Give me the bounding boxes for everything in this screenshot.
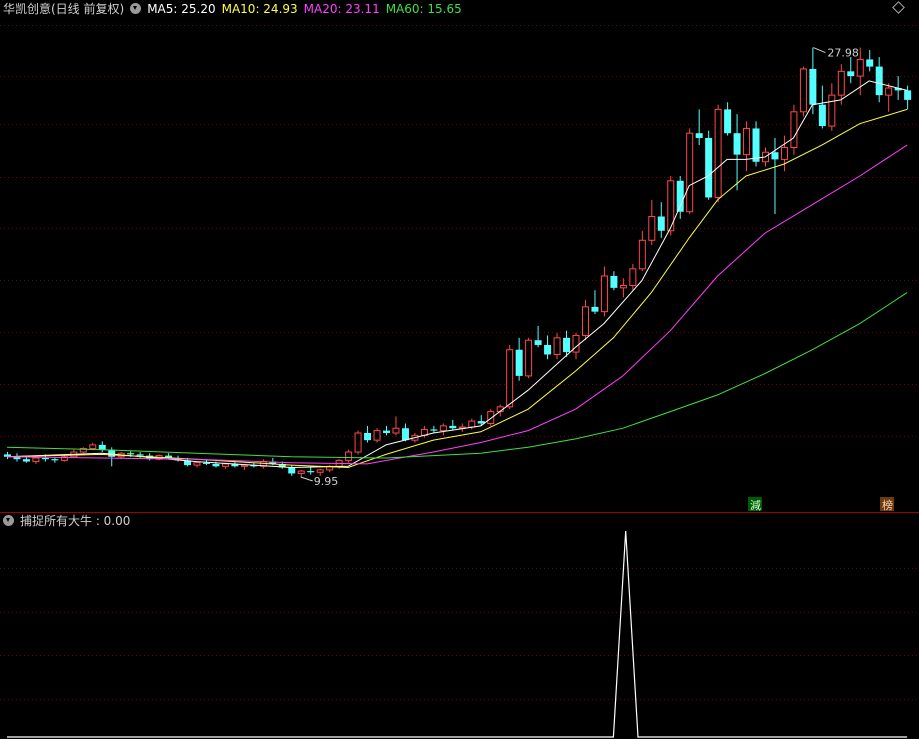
low-pointer <box>300 476 313 482</box>
low-price-label: 9.95 <box>314 475 339 488</box>
candle-body <box>591 306 599 312</box>
indicator-dropdown-icon[interactable] <box>3 515 14 526</box>
indicator-line <box>7 530 908 738</box>
candle-body <box>41 457 49 460</box>
candle-body <box>610 275 618 288</box>
indicator-panel <box>7 530 908 738</box>
candle-body <box>127 453 135 455</box>
ma5-line <box>6 80 908 469</box>
candlestick-series <box>4 47 912 478</box>
candle-body <box>837 70 845 96</box>
candle-body <box>581 306 589 336</box>
candle-body <box>799 68 807 113</box>
candle-body <box>866 59 874 67</box>
candle-body <box>705 137 713 198</box>
candle-body <box>619 284 627 289</box>
candle-body <box>449 425 457 429</box>
ma10-line <box>6 108 908 469</box>
candle-body <box>202 462 210 464</box>
candle-body <box>487 411 495 424</box>
marker-text: 榜 <box>882 498 893 512</box>
candle-body <box>885 87 893 96</box>
candle-body <box>638 239 646 270</box>
candle-body <box>847 71 855 77</box>
candle-body <box>193 462 201 466</box>
candle-body <box>563 337 571 353</box>
candle-body <box>714 108 722 198</box>
candle-body <box>212 463 220 467</box>
candle-body <box>657 216 665 231</box>
candle-body <box>724 109 732 134</box>
candle-body <box>875 66 883 96</box>
candle-body <box>648 215 656 241</box>
ma60-line <box>6 292 908 459</box>
candle-body <box>534 340 542 345</box>
candle-body <box>345 451 353 461</box>
price-annotations: 27.98 9.95 減 榜 <box>300 47 894 512</box>
dropdown-circle-icon[interactable] <box>130 3 142 14</box>
candle-body <box>401 428 409 441</box>
candle-body <box>108 449 116 457</box>
candle-body <box>316 469 324 473</box>
candle-body <box>553 337 561 355</box>
candle-body <box>468 420 476 428</box>
price-grid <box>0 25 919 700</box>
candle-body <box>856 58 864 77</box>
candle-body <box>288 467 296 474</box>
candle-body <box>307 471 315 473</box>
candle-body <box>89 444 97 449</box>
candle-body <box>695 133 703 138</box>
high-price-label: 27.98 <box>827 47 859 60</box>
candle-body <box>221 463 229 467</box>
indicator-legend: 捕捉所有大牛 : 0.00 <box>3 513 136 529</box>
candle-body <box>686 132 694 213</box>
candle-body <box>430 429 438 431</box>
candle-body <box>136 454 144 456</box>
ma20-legend: MA20: 23.11 <box>303 2 380 16</box>
candle-body <box>572 334 580 353</box>
candle-body <box>790 111 798 148</box>
ma10-legend: MA10: 24.93 <box>221 2 298 16</box>
candle-body <box>515 349 523 376</box>
candle-body <box>629 268 637 286</box>
candle-body <box>354 432 362 453</box>
candle-body <box>904 90 912 100</box>
moving-average-lines <box>6 80 908 469</box>
candle-body <box>809 68 817 105</box>
stock-chart: 27.98 9.95 減 榜 <box>0 25 919 738</box>
candle-body <box>506 349 514 408</box>
candle-body <box>373 430 381 441</box>
main-legend: 华凯创意(日线 前复权) MA5: 25.20 MA10: 24.93 MA20: 2… <box>3 1 468 17</box>
candle-body <box>818 104 826 127</box>
stock-title: 华凯创意(日线 前复权) <box>3 2 125 16</box>
candle-body <box>771 152 779 160</box>
ma20-line <box>6 144 908 465</box>
candle-body <box>439 425 447 432</box>
candle-body <box>828 94 836 127</box>
candle-body <box>743 127 751 156</box>
candle-body <box>544 344 552 355</box>
marker-text: 減 <box>750 498 761 512</box>
candle-body <box>392 427 400 434</box>
candle-body <box>22 459 30 462</box>
candle-body <box>297 470 305 474</box>
candle-body <box>51 459 59 461</box>
candle-body <box>600 275 608 313</box>
high-pointer <box>813 47 826 54</box>
candle-body <box>733 133 741 155</box>
ma60-legend: MA60: 15.65 <box>385 2 462 16</box>
candle-body <box>364 433 372 441</box>
candle-body <box>780 146 788 160</box>
indicator-label: 捕捉所有大牛 : 0.00 <box>20 514 131 528</box>
candle-body <box>383 430 390 433</box>
candle-body <box>32 457 40 463</box>
candle-body <box>752 128 760 162</box>
candle-body <box>98 444 106 450</box>
ma5-legend: MA5: 25.20 <box>147 2 216 16</box>
candle-body <box>525 339 533 377</box>
candle-body <box>240 464 248 467</box>
